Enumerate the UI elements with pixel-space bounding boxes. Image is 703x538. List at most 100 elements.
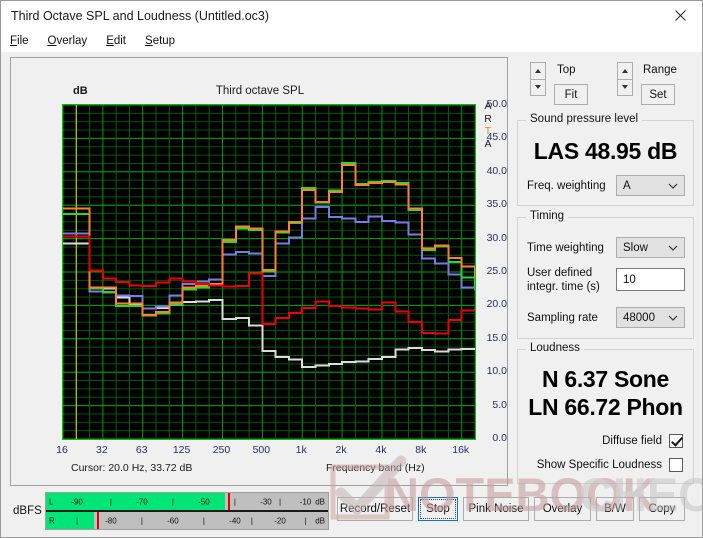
sampling-rate-label: Sampling rate xyxy=(527,312,598,324)
dbfs-meter-left-channel: L -90 | -70 | -50 | -30 | -10 dB xyxy=(46,493,328,510)
meter-left-tick: -10 xyxy=(299,497,312,506)
sampling-rate-value: 48000 xyxy=(623,311,655,324)
meter-left-tick: -50 xyxy=(198,497,210,506)
spl-readout: LAS 48.95 dB xyxy=(533,138,678,164)
cursor-readout: Cursor: 20.0 Hz, 33.72 dB xyxy=(71,462,193,474)
sound-pressure-level-group: Sound pressure level LAS 48.95 dB Freq. … xyxy=(517,113,694,206)
chart-panel: Third octave SPL dB ARTA 0.0 5.0 10.0 15.0 2… xyxy=(10,57,508,486)
menu-item-setup[interactable]: Setup xyxy=(145,35,175,47)
menu-bar: File Overlay Edit Setup xyxy=(1,30,702,52)
meter-right-tick: | xyxy=(304,516,307,525)
show-specific-loudness-checkbox[interactable] xyxy=(669,458,683,472)
top-spinner[interactable] xyxy=(530,62,546,96)
meter-left-tick: -30 xyxy=(260,497,272,506)
x-axis-tick: 4k xyxy=(375,444,387,456)
spl-series-red xyxy=(63,235,475,335)
button-pink-noise[interactable]: Pink Noise xyxy=(463,497,529,521)
button-record-reset[interactable]: Record/Reset xyxy=(337,497,413,521)
dbfs-meter[interactable]: L -90 | -70 | -50 | -30 | -10 dB R | -80 | -60 | -40 | -20… xyxy=(45,492,329,530)
meter-left-peak xyxy=(227,493,230,510)
meter-left-unit: dB xyxy=(315,497,325,506)
button-overlay[interactable]: Overlay xyxy=(534,497,591,521)
chevron-down-icon xyxy=(668,312,678,324)
spl-series-blue xyxy=(63,206,475,310)
spl-group-title: Sound pressure level xyxy=(526,113,643,125)
x-axis-tick: 32 xyxy=(96,444,108,456)
x-axis-tick: 125 xyxy=(172,444,191,456)
show-specific-loudness-label: Show Specific Loudness xyxy=(536,459,662,471)
chevron-down-icon xyxy=(668,180,678,192)
meter-left-tick: | xyxy=(171,497,174,506)
menu-item-overlay[interactable]: Overlay xyxy=(48,35,88,47)
diffuse-field-label: Diffuse field xyxy=(602,435,662,447)
meter-right-tick: | xyxy=(75,516,79,525)
button-stop[interactable]: Stop xyxy=(418,497,458,521)
meter-left-tick: | xyxy=(279,497,282,506)
loudness-phon-readout: LN 66.72 Phon xyxy=(528,394,683,420)
meter-right-tick: | xyxy=(202,516,205,525)
x-axis-tick: 16k xyxy=(452,444,470,456)
integr-time-value: 10 xyxy=(623,273,636,286)
x-axis-tick: 63 xyxy=(135,444,148,456)
x-axis-tick: 1k xyxy=(295,444,307,456)
window-title: Third Octave SPL and Loudness (Untitled.… xyxy=(11,8,270,23)
loudness-group-title: Loudness xyxy=(526,342,584,354)
meter-right-unit: dB xyxy=(315,516,325,525)
timing-group: Timing Time weighting Slow User defined … xyxy=(517,210,694,339)
integr-time-input[interactable]: 10 xyxy=(616,268,685,291)
diffuse-field-row[interactable]: Diffuse field xyxy=(602,434,683,448)
x-axis-label: Frequency band (Hz) xyxy=(326,462,425,474)
timing-group-title: Timing xyxy=(526,210,569,222)
spl-series-orange xyxy=(63,164,475,316)
range-spinner-up[interactable] xyxy=(617,62,633,79)
x-axis-tick: 16 xyxy=(56,444,68,456)
x-axis-tick: 2k xyxy=(335,444,347,456)
top-spinner-down[interactable] xyxy=(530,78,546,96)
freq-weighting-value: A xyxy=(623,179,631,192)
button-copy[interactable]: Copy xyxy=(639,497,685,521)
button-b-w[interactable]: B/W xyxy=(596,497,634,521)
dbfs-caption: dBFS xyxy=(13,505,42,517)
time-weighting-label: Time weighting xyxy=(527,242,604,254)
meter-right-channel-label: R xyxy=(49,516,55,525)
spl-series-green xyxy=(63,162,475,317)
application-window: Third Octave SPL and Loudness (Untitled.… xyxy=(0,0,703,538)
show-specific-loudness-row[interactable]: Show Specific Loudness xyxy=(537,458,683,472)
meter-right-tick: -60 xyxy=(167,516,179,525)
menu-item-edit[interactable]: Edit xyxy=(106,35,126,47)
meter-right-tick: | xyxy=(250,516,253,525)
meter-left-tick: -70 xyxy=(136,497,148,506)
menu-item-file[interactable]: File xyxy=(10,35,29,47)
chevron-down-icon xyxy=(668,242,678,254)
integr-time-label-line1: User defined xyxy=(527,267,593,279)
top-spinner-up[interactable] xyxy=(530,62,546,79)
close-icon[interactable] xyxy=(658,1,702,30)
diffuse-field-checkbox[interactable] xyxy=(669,434,683,448)
time-weighting-select[interactable]: Slow xyxy=(616,237,685,258)
meter-left-tick: -90 xyxy=(71,497,83,506)
set-button[interactable]: Set xyxy=(641,84,675,105)
loudness-sone-readout: N 6.37 Sone xyxy=(541,366,670,392)
x-axis-tick: 250 xyxy=(212,444,231,456)
meter-left-tick: | xyxy=(233,497,236,506)
freq-weighting-select[interactable]: A xyxy=(616,175,685,196)
title-bar: Third Octave SPL and Loudness (Untitled.… xyxy=(1,1,702,30)
freq-weighting-label: Freq. weighting xyxy=(527,180,606,192)
integr-time-label-line2: integr. time (s) xyxy=(527,281,600,293)
loudness-group: Loudness N 6.37 Sone LN 66.72 Phon Diffu… xyxy=(517,342,694,484)
meter-right-tick: | xyxy=(140,516,143,525)
meter-left-channel-label: L xyxy=(49,497,54,506)
spl-plot-area[interactable] xyxy=(62,104,476,440)
range-spinner[interactable] xyxy=(617,62,633,96)
fit-button[interactable]: Fit xyxy=(554,84,588,105)
dbfs-meter-right-channel: R | -80 | -60 | -40 | -20 | dB xyxy=(46,512,328,529)
spl-plot-svg xyxy=(63,105,475,439)
y-axis-unit-label: dB xyxy=(73,85,88,97)
meter-right-tick: -20 xyxy=(274,516,286,525)
range-spinner-down[interactable] xyxy=(617,78,633,96)
meter-left-tick: | xyxy=(109,497,112,506)
sampling-rate-select[interactable]: 48000 xyxy=(616,307,685,328)
meter-right-tick: -40 xyxy=(229,516,241,525)
time-weighting-value: Slow xyxy=(623,241,648,254)
x-axis-tick: 8k xyxy=(415,444,427,456)
